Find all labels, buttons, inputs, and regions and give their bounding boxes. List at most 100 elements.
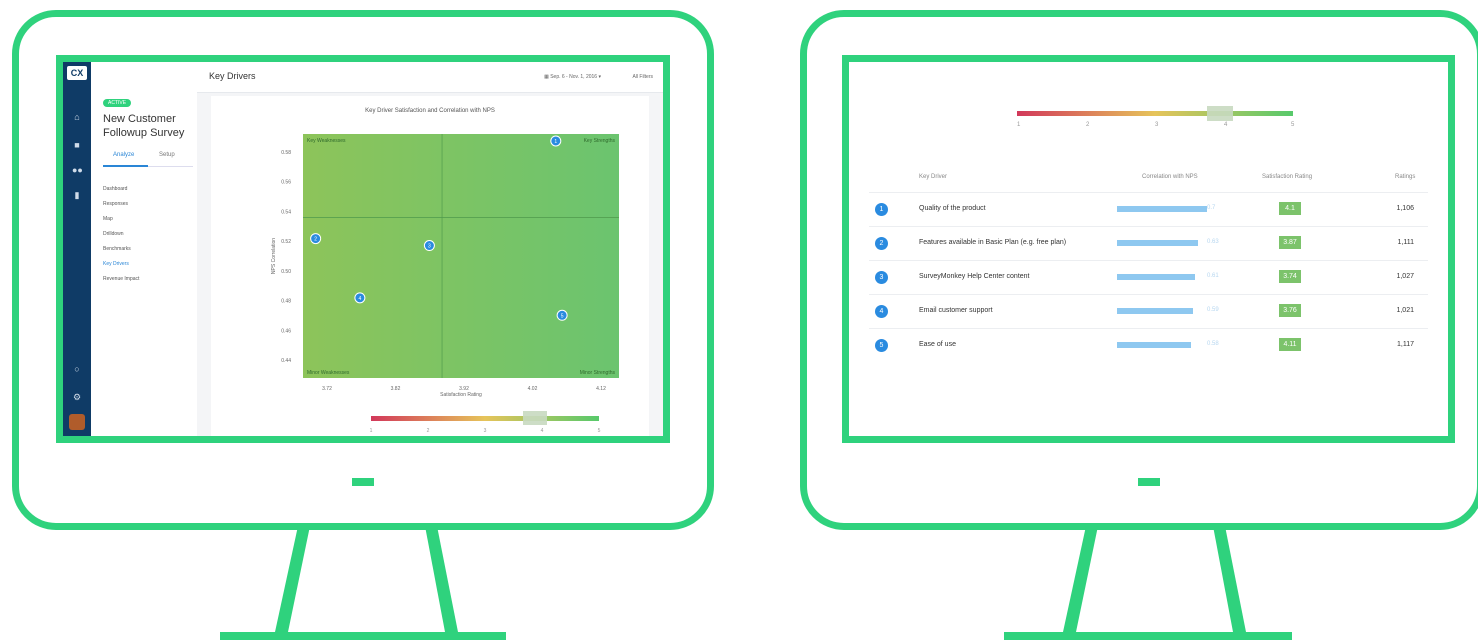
table-row[interactable]: 5 Ease of use 0.58 4.11 1,117 <box>869 328 1428 363</box>
ratings-count: 1,027 <box>1396 273 1414 280</box>
date-range-picker[interactable]: ▦ Sep. 6 - Nov. 1, 2016 ▾ <box>544 74 601 80</box>
y-tick-label: 0.50 <box>281 269 291 275</box>
nav-rail: CX ⌂ ■ ●● ▮ ○ ⚙ <box>63 62 91 436</box>
scale-tick-2: 2 <box>1086 122 1090 128</box>
sidebar-item-responses[interactable]: Responses <box>103 197 139 212</box>
filters-button[interactable]: All Filters <box>632 74 653 80</box>
scale-tick-label: 5 <box>598 428 601 434</box>
sidebar-item-revenue-impact[interactable]: Revenue Impact <box>103 272 139 287</box>
correlation-value: 0.63 <box>1207 239 1219 245</box>
correlation-value: 0.61 <box>1207 273 1219 279</box>
y-tick-label: 0.58 <box>281 150 291 156</box>
contacts-icon[interactable]: ●● <box>72 165 83 175</box>
correlation-bar <box>1117 308 1193 314</box>
clock-icon[interactable]: ○ <box>72 364 82 374</box>
page-title: Key Drivers <box>209 71 256 81</box>
tab-analyze[interactable]: Analyze <box>113 152 134 158</box>
scale-gradient-bar <box>1017 111 1293 116</box>
home-icon[interactable]: ⌂ <box>72 112 82 122</box>
survey-sidebar: ACTIVE New Customer Followup Survey Anal… <box>91 62 198 436</box>
x-tick-label: 4.02 <box>528 386 538 392</box>
driver-name: Ease of use <box>919 341 956 348</box>
correlation-value: 0.59 <box>1207 307 1219 313</box>
driver-name: Features available in Basic Plan (e.g. f… <box>919 239 1067 246</box>
table-row[interactable]: 4 Email customer support 0.59 3.76 1,021 <box>869 294 1428 329</box>
tab-setup[interactable]: Setup <box>159 152 175 158</box>
key-driver-scatter-chart: Key Weaknesses Key Strengths Minor Weaknes… <box>271 134 619 434</box>
left-monitor-power-light <box>352 478 374 486</box>
correlation-bar <box>1117 206 1207 212</box>
table-row[interactable]: 1 Quality of the product 0.7 4.1 1,106 <box>869 192 1428 227</box>
document-icon[interactable]: ▮ <box>72 190 82 200</box>
satisfaction-badge: 3.74 <box>1279 270 1301 283</box>
driver-name: SurveyMonkey Help Center content <box>919 273 1030 280</box>
scale-tick-4: 4 <box>1224 122 1228 128</box>
sidebar-item-drilldown[interactable]: Drilldown <box>103 227 139 242</box>
chart-card: Key Driver Satisfaction and Correlation … <box>211 96 649 436</box>
data-point-label: 4 <box>358 296 361 302</box>
main-content: Key Drivers ▦ Sep. 6 - Nov. 1, 2016 ▾ Al… <box>197 62 663 436</box>
header-key-driver[interactable]: Key Driver <box>919 174 947 180</box>
x-axis-label: Satisfaction Rating <box>440 392 482 398</box>
date-range-text: Sep. 6 - Nov. 1, 2016 <box>550 74 598 80</box>
scale-gradient-bar <box>371 416 599 421</box>
data-point-label: 5 <box>561 313 564 319</box>
header-satisfaction[interactable]: Satisfaction Rating <box>1262 174 1312 180</box>
y-tick-label: 0.56 <box>281 180 291 186</box>
scale-tick-label: 3 <box>484 428 487 434</box>
top-bar: Key Drivers ▦ Sep. 6 - Nov. 1, 2016 ▾ Al… <box>197 62 663 93</box>
driver-number-badge: 4 <box>875 305 888 318</box>
scale-range-highlight <box>1207 106 1233 121</box>
correlation-bar <box>1117 342 1191 348</box>
scale-tick-5: 5 <box>1291 122 1295 128</box>
y-tick-label: 0.48 <box>281 299 291 305</box>
y-tick-label: 0.54 <box>281 209 291 215</box>
y-tick-label: 0.44 <box>281 358 291 364</box>
satisfaction-badge: 3.76 <box>1279 304 1301 317</box>
right-monitor-stand <box>1004 526 1292 640</box>
left-screen: CX ⌂ ■ ●● ▮ ○ ⚙ ACTIVE New Customer Foll… <box>56 55 670 443</box>
data-point-label: 1 <box>554 139 557 145</box>
correlation-value: 0.7 <box>1207 205 1216 211</box>
scale-tick-label: 4 <box>541 428 544 434</box>
table-row[interactable]: 3 SurveyMonkey Help Center content 0.61 3.7… <box>869 260 1428 295</box>
correlation-bar <box>1117 240 1198 246</box>
active-tab-indicator <box>103 165 148 167</box>
satisfaction-badge: 4.1 <box>1279 202 1301 215</box>
scale-range-highlight <box>523 411 547 425</box>
scale-tick-label: 1 <box>370 428 373 434</box>
avatar[interactable] <box>69 414 85 430</box>
right-monitor-power-light <box>1138 478 1160 486</box>
satisfaction-badge: 3.87 <box>1279 236 1301 249</box>
table-row[interactable]: 2 Features available in Basic Plan (e.g. … <box>869 226 1428 261</box>
x-tick-label: 3.72 <box>322 386 332 392</box>
scale-tick-1: 1 <box>1017 122 1021 128</box>
settings-icon[interactable]: ⚙ <box>72 392 82 402</box>
sidebar-item-key-drivers[interactable]: Key Drivers <box>103 257 139 272</box>
correlation-bar <box>1117 274 1195 280</box>
quadrant-label-key-weaknesses: Key Weaknesses <box>307 138 346 144</box>
sidebar-menu: Dashboard Responses Map Drilldown Benchm… <box>103 182 139 287</box>
sidebar-item-benchmarks[interactable]: Benchmarks <box>103 242 139 257</box>
logo-icon[interactable]: CX <box>67 66 87 80</box>
left-monitor-stand <box>220 526 506 640</box>
y-axis-label: NPS Correlation <box>271 238 277 274</box>
driver-name: Quality of the product <box>919 205 986 212</box>
sidebar-item-dashboard[interactable]: Dashboard <box>103 182 139 197</box>
header-ratings[interactable]: Ratings <box>1395 174 1415 180</box>
driver-number-badge: 2 <box>875 237 888 250</box>
header-correlation[interactable]: Correlation with NPS <box>1142 174 1198 180</box>
ratings-count: 1,021 <box>1396 307 1414 314</box>
data-point-label: 3 <box>428 244 431 250</box>
sidebar-item-map[interactable]: Map <box>103 212 139 227</box>
ratings-count: 1,106 <box>1396 205 1414 212</box>
driver-number-badge: 3 <box>875 271 888 284</box>
quadrant-label-minor-weaknesses: Minor Weaknesses <box>307 370 350 376</box>
quadrant-label-minor-strengths: Minor Strengths <box>580 370 616 376</box>
correlation-value: 0.58 <box>1207 341 1219 347</box>
y-tick-label: 0.46 <box>281 328 291 334</box>
y-tick-label: 0.52 <box>281 239 291 245</box>
right-screen: 1 2 3 4 5 Key Driver Correlation with NP… <box>842 55 1455 443</box>
survey-icon[interactable]: ■ <box>72 140 82 150</box>
x-tick-label: 3.82 <box>391 386 401 392</box>
